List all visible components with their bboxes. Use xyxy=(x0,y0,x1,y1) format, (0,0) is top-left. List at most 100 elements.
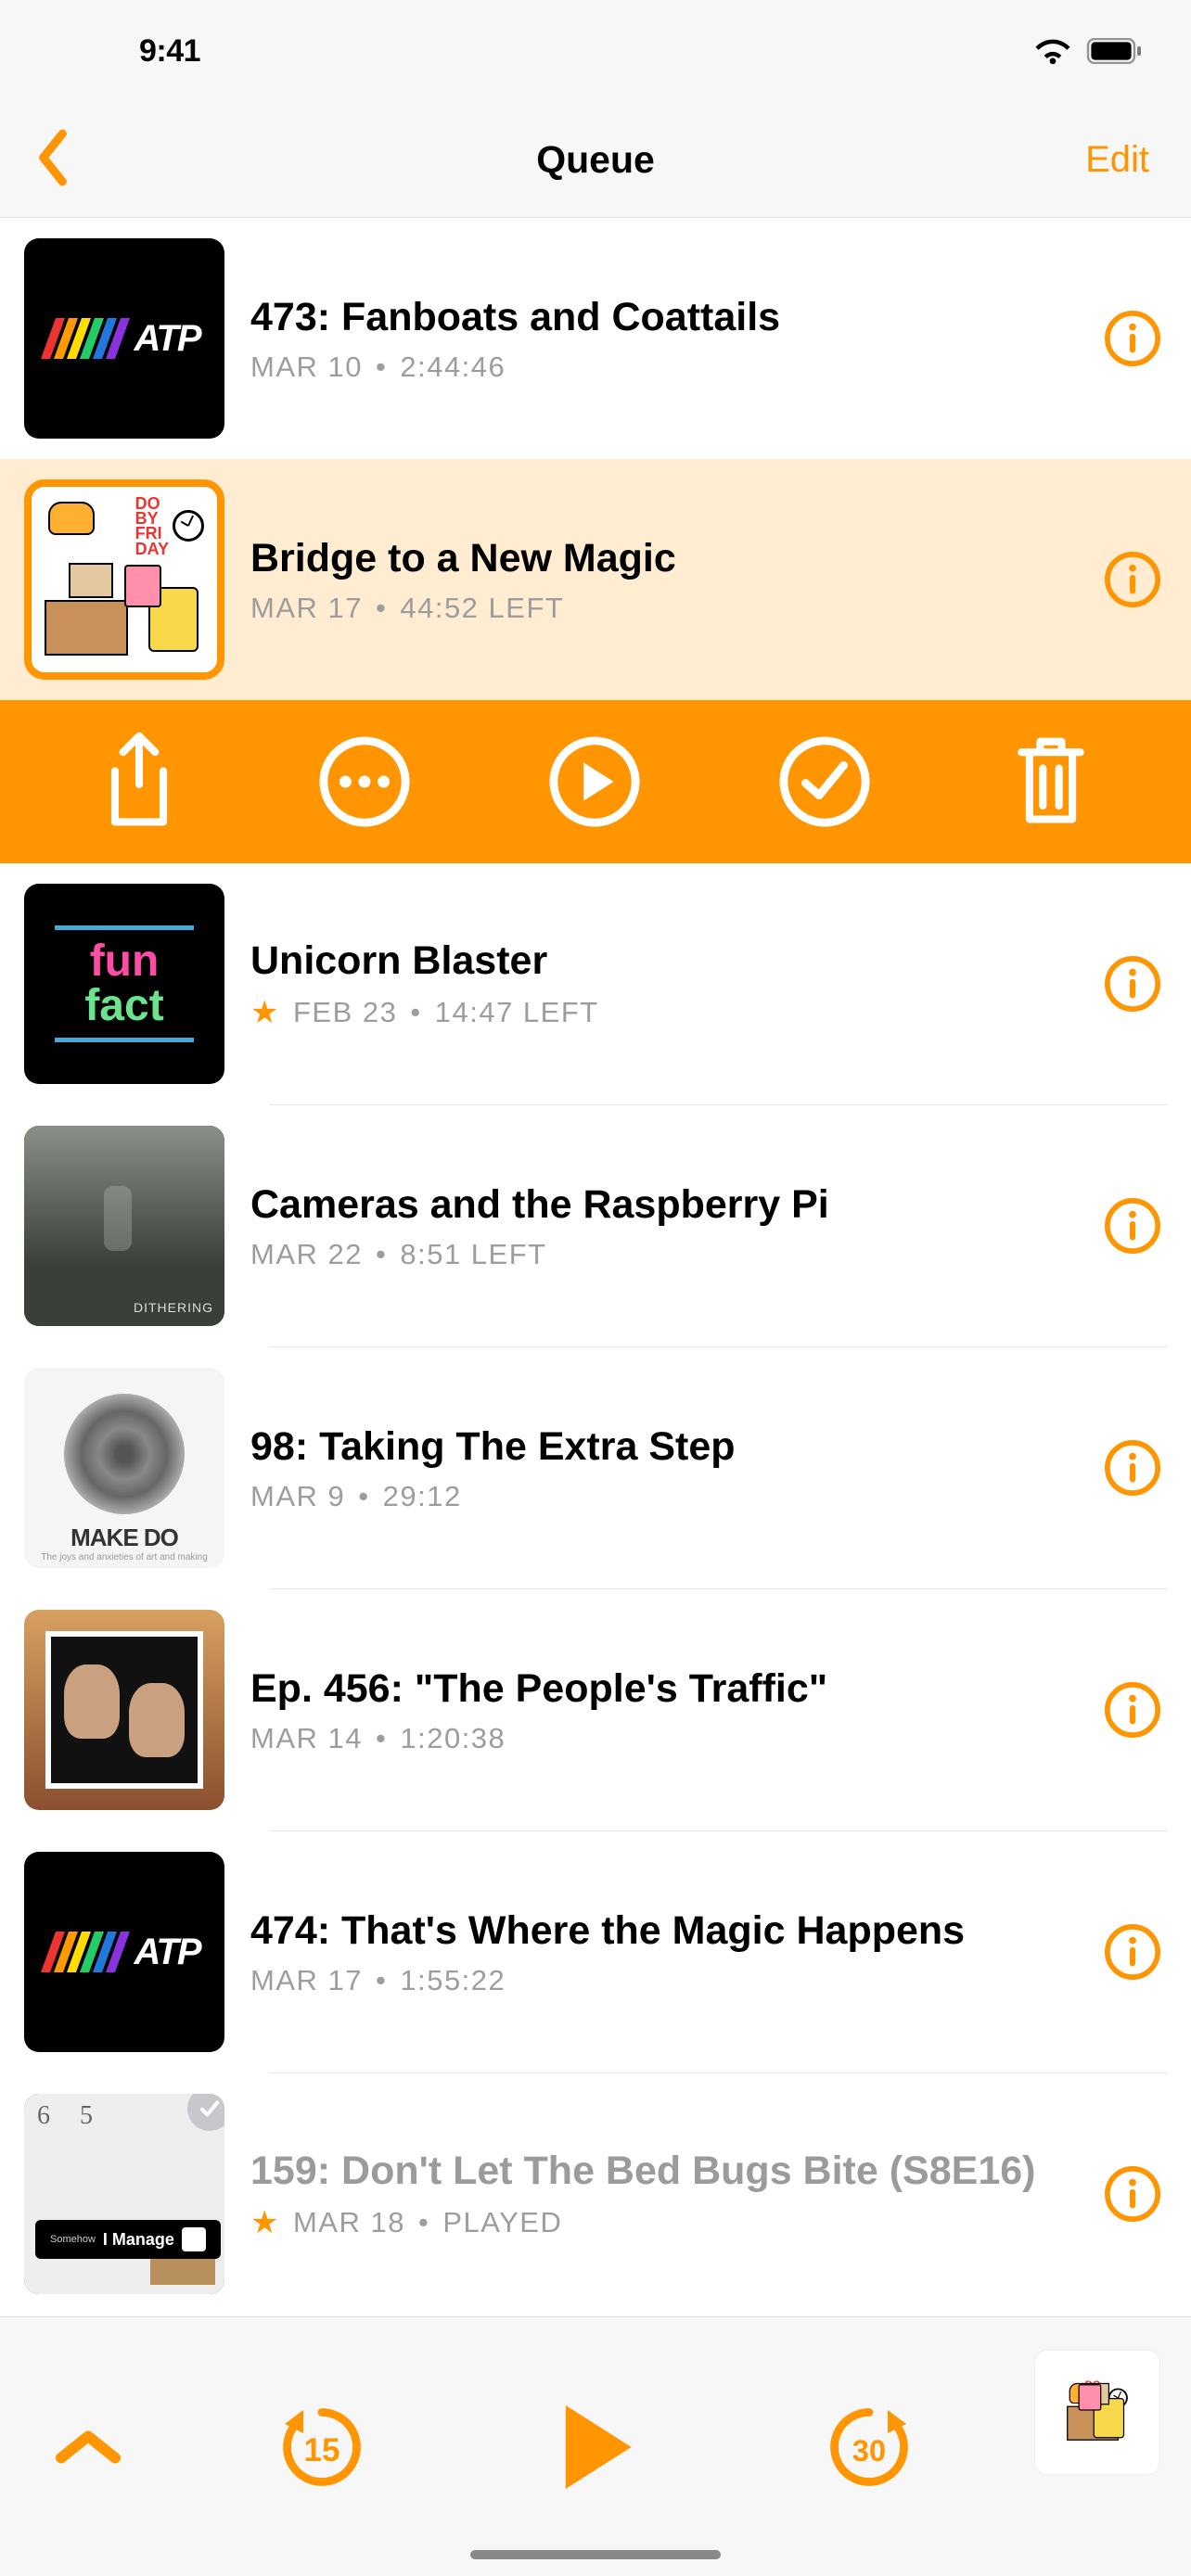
episode-row[interactable]: 65SomehowI Manage 159: Don't Let The Bed… xyxy=(0,2073,1191,2315)
play-button[interactable] xyxy=(544,2396,647,2498)
episode-row[interactable]: MAKE DOThe joys and anxieties of art and… xyxy=(0,1347,1191,1588)
separator-dot: • xyxy=(410,996,421,1029)
episode-artwork: funfact xyxy=(24,884,224,1084)
episode-title: Ep. 456: "The People's Traffic" xyxy=(250,1664,1072,1713)
separator-dot: • xyxy=(358,1480,369,1513)
episode-info-button[interactable] xyxy=(1098,950,1167,1018)
skip-back-15-icon: 15 xyxy=(275,2401,368,2493)
episode-info: 474: That's Where the Magic Happens MAR … xyxy=(224,1906,1098,1997)
episode-meta: MAR 10 • 2:44:46 xyxy=(250,351,1072,384)
episode-date: MAR 10 xyxy=(250,351,363,384)
episode-info: Ep. 456: "The People's Traffic" MAR 14 •… xyxy=(224,1664,1098,1755)
episode-info-button[interactable] xyxy=(1098,1434,1167,1502)
episode-info-button[interactable] xyxy=(1098,1918,1167,1986)
episode-row[interactable]: DOBYFRIDAY Bridge to a New Magic MAR 17 … xyxy=(0,459,1191,700)
skip-forward-button[interactable]: 30 xyxy=(818,2396,920,2498)
separator-dot: • xyxy=(376,1238,387,1271)
trash-icon xyxy=(1009,733,1093,830)
episode-date: MAR 14 xyxy=(250,1722,363,1755)
episode-info-button[interactable] xyxy=(1098,1192,1167,1260)
episode-row[interactable]: ATP 473: Fanboats and Coattails MAR 10 •… xyxy=(0,218,1191,459)
more-button[interactable] xyxy=(318,735,411,828)
episode-date: MAR 9 xyxy=(250,1480,345,1513)
nav-bar: Queue Edit xyxy=(0,102,1191,218)
separator-dot: • xyxy=(376,592,387,625)
delete-button[interactable] xyxy=(1009,733,1093,830)
episode-list[interactable]: ATP 473: Fanboats and Coattails MAR 10 •… xyxy=(0,218,1191,2576)
expand-player-button[interactable] xyxy=(37,2396,139,2498)
episode-artwork: ATP xyxy=(24,238,224,439)
episode-artwork: DITHERING xyxy=(24,1126,224,1326)
episode-meta: MAR 17 • 1:55:22 xyxy=(250,1964,1072,1997)
episode-duration: 14:47 LEFT xyxy=(435,996,599,1029)
info-icon xyxy=(1104,1923,1161,1981)
episode-duration: 44:52 LEFT xyxy=(400,592,564,625)
back-button[interactable] xyxy=(28,129,70,191)
share-button[interactable] xyxy=(98,731,180,833)
wifi-icon xyxy=(1033,37,1072,65)
episode-title: 474: That's Where the Magic Happens xyxy=(250,1906,1072,1955)
episode-title: 159: Don't Let The Bed Bugs Bite (S8E16) xyxy=(250,2147,1072,2195)
ellipsis-circle-icon xyxy=(318,735,411,828)
chevron-up-icon xyxy=(56,2427,121,2468)
episode-duration: 1:55:22 xyxy=(400,1964,506,1997)
info-icon xyxy=(1104,955,1161,1013)
skip-back-button[interactable]: 15 xyxy=(271,2396,373,2498)
home-indicator[interactable] xyxy=(470,2550,721,2559)
page-title: Queue xyxy=(0,138,1191,182)
mini-player: 15 30 DOBYFRIDAY xyxy=(0,2316,1191,2576)
episode-artwork: DOBYFRIDAY xyxy=(24,479,224,680)
info-icon xyxy=(1104,310,1161,367)
mark-played-button[interactable] xyxy=(778,735,871,828)
svg-text:30: 30 xyxy=(852,2434,886,2468)
episode-duration: 2:44:46 xyxy=(400,351,506,384)
episode-info-button[interactable] xyxy=(1098,304,1167,373)
episode-title: 98: Taking The Extra Step xyxy=(250,1422,1072,1471)
episode-info: 98: Taking The Extra Step MAR 9 • 29:12 xyxy=(224,1422,1098,1513)
episode-meta: MAR 14 • 1:20:38 xyxy=(250,1722,1072,1755)
separator-dot: • xyxy=(376,1722,387,1755)
episode-info: Cameras and the Raspberry Pi MAR 22 • 8:… xyxy=(224,1180,1098,1271)
episode-duration: 29:12 xyxy=(383,1480,462,1513)
episode-info: 473: Fanboats and Coattails MAR 10 • 2:4… xyxy=(224,293,1098,384)
play-icon xyxy=(558,2405,633,2489)
svg-text:15: 15 xyxy=(304,2432,340,2468)
episode-row[interactable]: funfact Unicorn Blaster ★ FEB 23 • 14:47… xyxy=(0,863,1191,1104)
checkmark-circle-icon xyxy=(778,735,871,828)
episode-info: Unicorn Blaster ★ FEB 23 • 14:47 LEFT xyxy=(224,937,1098,1031)
episode-action-bar xyxy=(0,700,1191,863)
episode-date: MAR 17 xyxy=(250,592,363,625)
share-icon xyxy=(98,731,180,833)
star-icon: ★ xyxy=(250,2204,280,2241)
episode-row[interactable]: Ep. 456: "The People's Traffic" MAR 14 •… xyxy=(0,1589,1191,1830)
episode-artwork xyxy=(24,1610,224,1810)
edit-button[interactable]: Edit xyxy=(1085,139,1163,181)
episode-info-button[interactable] xyxy=(1098,2160,1167,2228)
play-episode-button[interactable] xyxy=(548,735,641,828)
status-bar: 9:41 xyxy=(0,0,1191,102)
episode-title: Cameras and the Raspberry Pi xyxy=(250,1180,1072,1229)
separator-dot: • xyxy=(376,1964,387,1997)
episode-row[interactable]: DITHERING Cameras and the Raspberry Pi M… xyxy=(0,1105,1191,1346)
episode-meta: MAR 17 • 44:52 LEFT xyxy=(250,592,1072,625)
episode-info: 159: Don't Let The Bed Bugs Bite (S8E16)… xyxy=(224,2147,1098,2241)
episode-meta: MAR 9 • 29:12 xyxy=(250,1480,1072,1513)
info-icon xyxy=(1104,551,1161,608)
now-playing-artwork[interactable]: DOBYFRIDAY xyxy=(1035,2350,1159,2474)
episode-date: MAR 18 xyxy=(293,2206,405,2239)
episode-info-button[interactable] xyxy=(1098,1676,1167,1744)
play-circle-icon xyxy=(548,735,641,828)
info-icon xyxy=(1104,1681,1161,1739)
episode-title: Bridge to a New Magic xyxy=(250,534,1072,582)
info-icon xyxy=(1104,1439,1161,1497)
episode-date: FEB 23 xyxy=(293,996,397,1029)
episode-date: MAR 17 xyxy=(250,1964,363,1997)
chevron-left-icon xyxy=(35,129,70,186)
status-icons xyxy=(1033,37,1145,65)
episode-title: 473: Fanboats and Coattails xyxy=(250,293,1072,341)
episode-row[interactable]: ATP 474: That's Where the Magic Happens … xyxy=(0,1831,1191,2072)
status-time: 9:41 xyxy=(51,33,200,70)
episode-info-button[interactable] xyxy=(1098,545,1167,614)
separator-dot: • xyxy=(418,2206,429,2239)
star-icon: ★ xyxy=(250,994,280,1031)
